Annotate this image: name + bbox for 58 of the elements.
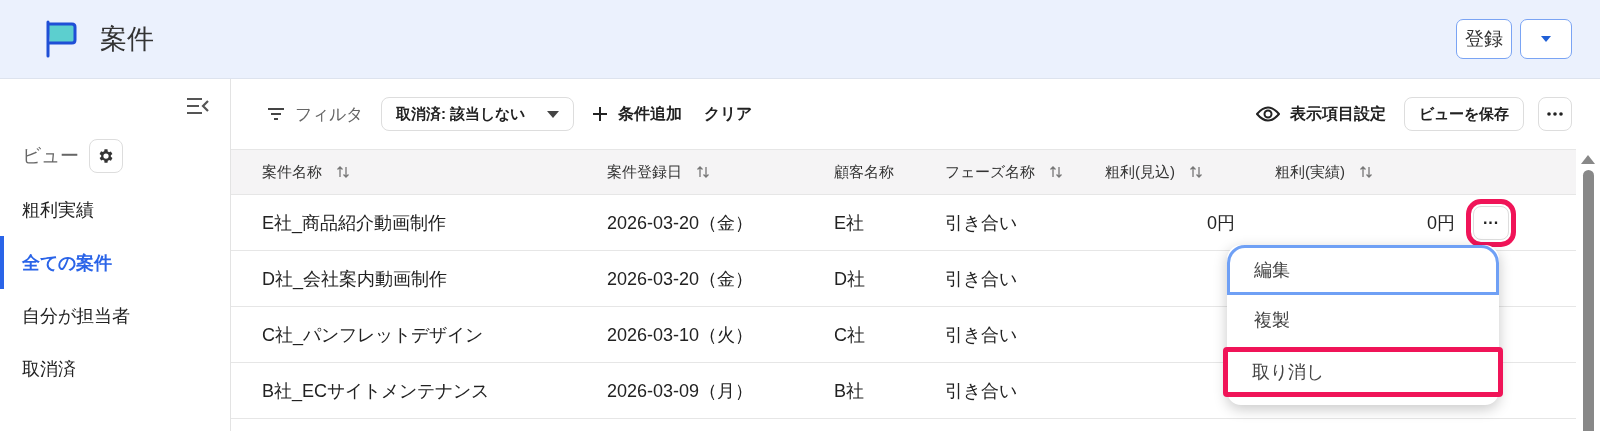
sidebar-item[interactable]: 取消済	[0, 342, 230, 395]
table-cell: E社_商品紹介動画制作	[262, 212, 447, 233]
table-cell: D社_会社案内動画制作	[262, 268, 447, 289]
column-header[interactable]: 顧客名称	[834, 162, 894, 182]
menu-item[interactable]: 編集	[1227, 245, 1499, 295]
register-button[interactable]: 登録	[1456, 19, 1512, 59]
table-cell: 引き合い	[945, 212, 1017, 233]
table-cell: 引き合い	[945, 380, 1017, 401]
filter-chip[interactable]: 取消済: 該当しない	[381, 97, 575, 131]
view-settings-button[interactable]	[89, 139, 123, 173]
table-cell: B社	[834, 380, 864, 401]
column-header[interactable]: 粗利(見込)	[1105, 162, 1175, 182]
table-cell: C社_パンフレットデザイン	[262, 324, 483, 345]
column-header[interactable]: 案件登録日	[607, 162, 682, 182]
column-header[interactable]: フェーズ名称	[945, 162, 1035, 182]
table-cell: 0円	[1207, 212, 1235, 233]
scroll-up-icon[interactable]	[1581, 155, 1595, 164]
table-cell: E社	[834, 212, 864, 233]
collapse-sidebar-icon[interactable]	[186, 97, 210, 115]
sort-icon[interactable]	[1049, 165, 1063, 179]
sort-icon[interactable]	[336, 165, 350, 179]
filter-icon	[267, 107, 285, 121]
column-header[interactable]: 案件名称	[262, 162, 322, 182]
plus-icon	[592, 106, 609, 122]
table-cell: C社	[834, 324, 865, 345]
settings-icon	[97, 147, 115, 165]
sidebar-item[interactable]: 自分が担当者	[0, 289, 230, 342]
dropdown-button[interactable]	[1520, 19, 1572, 59]
table-cell: 2026-03-09（月）	[607, 380, 754, 401]
table-cell: 引き合い	[945, 268, 1017, 289]
sort-icon[interactable]	[696, 165, 710, 179]
table-cell: 2026-03-10（火）	[607, 324, 754, 345]
table-cell: D社	[834, 268, 865, 289]
sort-icon[interactable]	[1359, 165, 1373, 179]
views-heading: ビュー	[22, 144, 79, 168]
sidebar-item[interactable]: 全ての案件	[0, 236, 230, 289]
table-cell: 引き合い	[945, 324, 1017, 345]
menu-item[interactable]: 取り消し	[1223, 347, 1503, 397]
caret-icon	[547, 110, 560, 118]
eye-icon	[1256, 106, 1280, 122]
clear-button[interactable]: クリア	[700, 99, 757, 129]
flag-icon	[44, 20, 78, 58]
caret-icon	[1541, 36, 1551, 42]
table-cell: 2026-03-20（金）	[607, 212, 754, 233]
filter-button[interactable]: フィルタ	[263, 98, 367, 130]
more-button[interactable]	[1538, 97, 1572, 131]
table-cell: 2026-03-20（金）	[607, 268, 754, 289]
add-condition-button[interactable]: 条件追加	[588, 99, 687, 129]
sidebar-item[interactable]: 粗利実績	[0, 183, 230, 236]
page-title: 案件	[100, 23, 154, 56]
table-cell: 0円	[1427, 212, 1455, 233]
save-view-button[interactable]: ビューを保存	[1404, 97, 1524, 131]
column-settings-button[interactable]: 表示項目設定	[1252, 99, 1390, 129]
table-cell: B社_ECサイトメンテナンス	[262, 380, 490, 401]
column-header[interactable]: 粗利(実績)	[1275, 162, 1345, 182]
more-icon	[1547, 112, 1563, 116]
sort-icon[interactable]	[1189, 165, 1203, 179]
menu-item[interactable]: 複製	[1227, 295, 1499, 345]
